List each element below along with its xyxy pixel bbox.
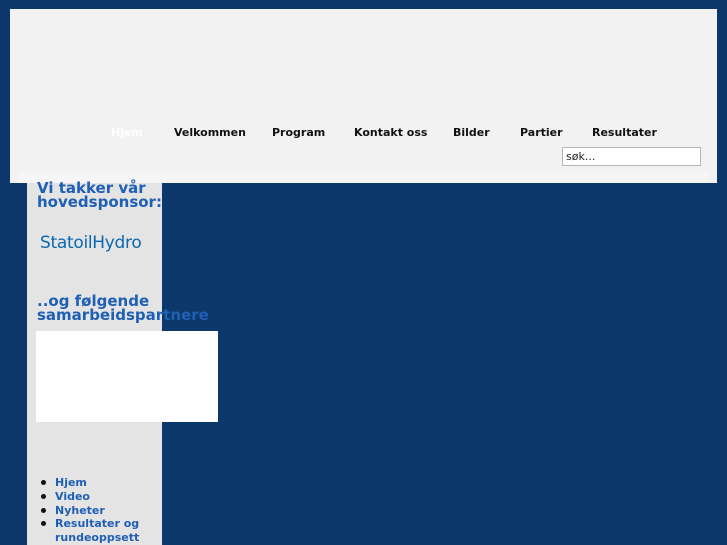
nav-item-program[interactable]: Program: [272, 126, 325, 139]
sidebar-item-video[interactable]: Video: [40, 490, 158, 504]
sidebar-item-label[interactable]: Resultater og rundeoppsett: [55, 517, 139, 544]
sidebar-item-label[interactable]: Hjem: [55, 476, 87, 489]
site-header: Hjem Velkommen Program Kontakt oss Bilde…: [10, 9, 717, 183]
statoilhydro-logo[interactable]: StatoilHydro: [40, 233, 142, 253]
search-input[interactable]: [562, 147, 701, 166]
sidebar-item-resultater-og-rundeoppsett[interactable]: Resultater og rundeoppsett: [40, 517, 158, 545]
nav-item-bilder[interactable]: Bilder: [453, 126, 490, 139]
nav-item-resultater[interactable]: Resultater: [592, 126, 657, 139]
sidebar-item-label[interactable]: Video: [55, 490, 90, 503]
sidebar-item-hjem[interactable]: Hjem: [40, 476, 158, 490]
sidebar-item-label[interactable]: Nyheter: [55, 504, 105, 517]
page: Hjem Velkommen Program Kontakt oss Bilde…: [0, 0, 727, 545]
sidebar-item-nyheter[interactable]: Nyheter: [40, 504, 158, 518]
sponsor-title-line2: hovedsponsor:: [37, 193, 162, 211]
sidebar-menu: Hjem Video Nyheter Resultater og rundeop…: [40, 476, 158, 545]
nav-item-velkommen[interactable]: Velkommen: [174, 126, 246, 139]
partner-banner: [36, 331, 218, 422]
nav-item-partier[interactable]: Partier: [520, 126, 563, 139]
nav-item-hjem[interactable]: Hjem: [111, 126, 143, 139]
nav-item-kontakt-oss[interactable]: Kontakt oss: [354, 126, 427, 139]
partners-title-line2: samarbeidspartnere: [37, 306, 209, 324]
